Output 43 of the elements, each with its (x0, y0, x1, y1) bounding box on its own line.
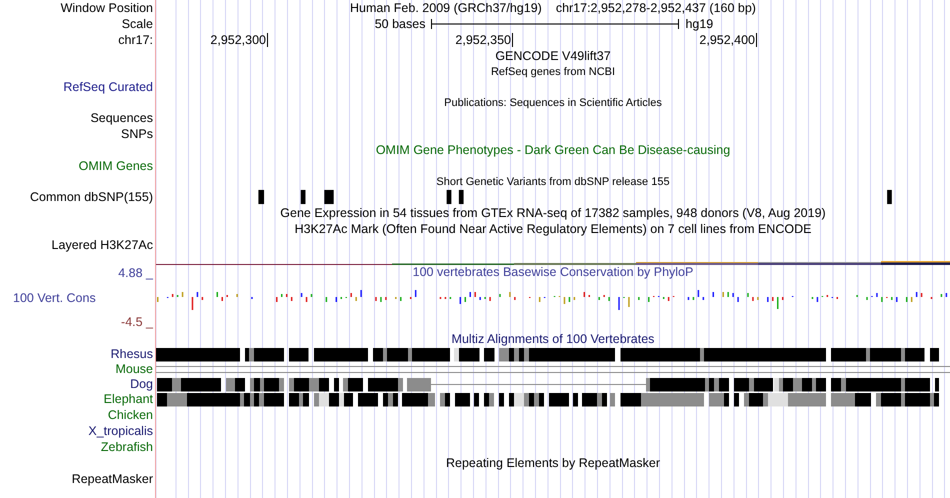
track-label[interactable]: Elephant (104, 392, 156, 407)
track-label[interactable]: Common dbSNP(155) (30, 190, 156, 204)
track-label[interactable]: SNPs (121, 126, 156, 142)
variant-mark (458, 190, 464, 204)
track-title: Multiz Alignments of 100 Vertebrates (452, 332, 654, 346)
track-label[interactable]: Chicken (108, 408, 156, 422)
track-title: Repeating Elements by RepeatMasker (446, 456, 660, 470)
variant-mark (324, 190, 334, 204)
genome-name: hg19 (685, 17, 714, 31)
track-title: GENCODE V49lift37 (495, 49, 611, 63)
variant-mark (887, 190, 892, 204)
track-label[interactable]: RepeatMasker (72, 472, 156, 486)
track-label[interactable]: Zebrafish (100, 440, 156, 454)
scale-length: 50 bases (374, 17, 426, 31)
ruler-tick: 2,952,300 (210, 33, 268, 47)
row-label[interactable]: Scale (122, 16, 156, 32)
track-label[interactable]: Layered H3K27Ac (52, 238, 156, 252)
track-caption: Short Genetic Variants from dbSNP release 155 (436, 176, 670, 188)
track-label[interactable]: RefSeq Curated (63, 80, 156, 94)
track-title: Gene Expression in 54 tissues from GTEx RNA-seq of 17382 samples, 948 donors (V8, Aug 2019) (280, 206, 826, 220)
variant-mark (258, 190, 264, 204)
track-caption: Publications: Sequences in Scientific Articles (444, 96, 662, 108)
ruler-tick: 2,952,400 (699, 33, 757, 47)
track-label[interactable]: OMIM Genes (78, 158, 156, 174)
axis-min: -4.5 _ (120, 315, 154, 330)
track-title: 100 vertebrates Basewise Conservation by PhyloP (412, 265, 694, 279)
ruler-tick: 2,952,350 (455, 33, 513, 47)
track-label[interactable]: X_tropicalis (88, 424, 156, 438)
row-label[interactable]: chr17: (118, 32, 156, 48)
variant-mark (300, 190, 306, 204)
track-caption: RefSeq genes from NCBI (490, 66, 616, 78)
track-title: OMIM Gene Phenotypes - Dark Green Can Be Disease-causing (376, 143, 730, 157)
axis-max: 4.88 _ (117, 266, 154, 281)
track-label[interactable]: 100 Vert. Cons (0, 290, 156, 306)
track-label[interactable]: Rhesus (110, 347, 156, 362)
track-label[interactable]: Dog (130, 377, 156, 392)
position-text: chr17:2,952,278-2,952,437 (160 bp) (556, 1, 756, 15)
variant-mark (446, 190, 452, 204)
assembly-title: Human Feb. 2009 (GRCh37/hg19) (350, 1, 542, 15)
row-label[interactable]: Window Position (60, 0, 156, 16)
track-title: H3K27Ac Mark (Often Found Near Active Regulatory Elements) on 7 cell lines from ENCODE (294, 222, 812, 236)
track-label[interactable]: Sequences (90, 110, 156, 126)
track-label[interactable]: Mouse (115, 362, 156, 377)
